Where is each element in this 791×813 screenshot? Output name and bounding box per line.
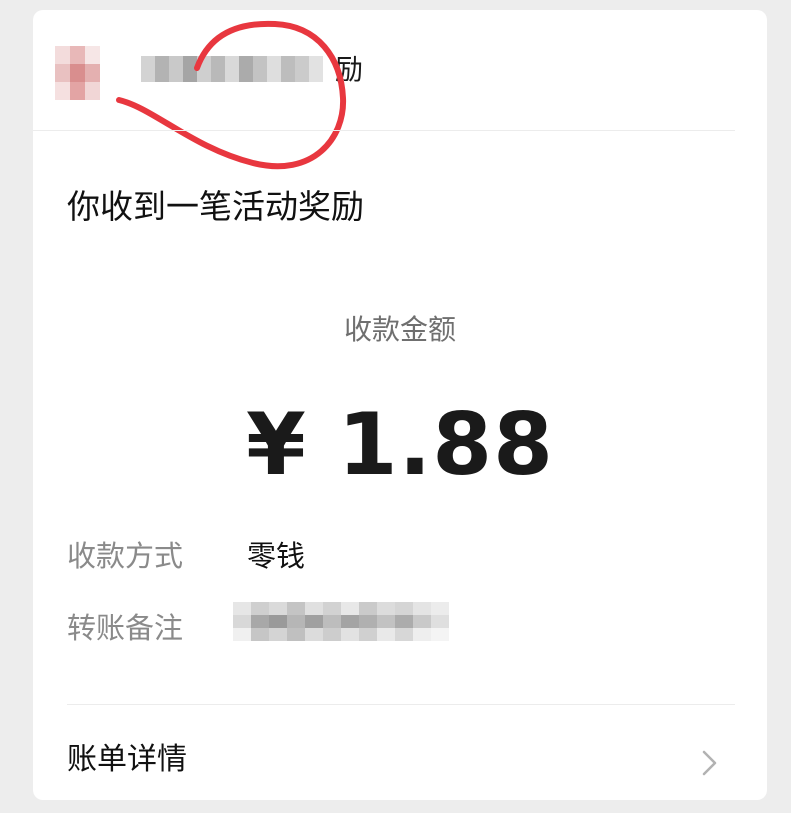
annotation-circle [116, 20, 347, 170]
page-title: 你收到一笔活动奖励 [67, 187, 364, 226]
payment-card: 励 你收到一笔活动奖励 收款金额 ¥ 1.88 收款方式 零钱 转账备注 账单详… [33, 10, 767, 800]
amount-value: ¥ 1.88 [246, 395, 554, 495]
chevron-right-icon [702, 750, 717, 776]
transfer-note-value [233, 602, 453, 642]
payment-method-label: 收款方式 [67, 539, 184, 573]
details-divider [67, 704, 735, 705]
sender-name: 励 [135, 52, 363, 88]
sender-header[interactable]: 励 [33, 10, 767, 170]
bill-details-label: 账单详情 [67, 742, 187, 777]
amount-label: 收款金额 [343, 313, 456, 346]
sender-name-text: 励 [335, 53, 364, 86]
payment-method-value: 零钱 [247, 539, 306, 573]
bill-details-row[interactable]: 账单详情 [33, 722, 767, 800]
header-divider [33, 130, 735, 131]
avatar [55, 46, 100, 100]
transfer-note-label: 转账备注 [67, 611, 184, 645]
